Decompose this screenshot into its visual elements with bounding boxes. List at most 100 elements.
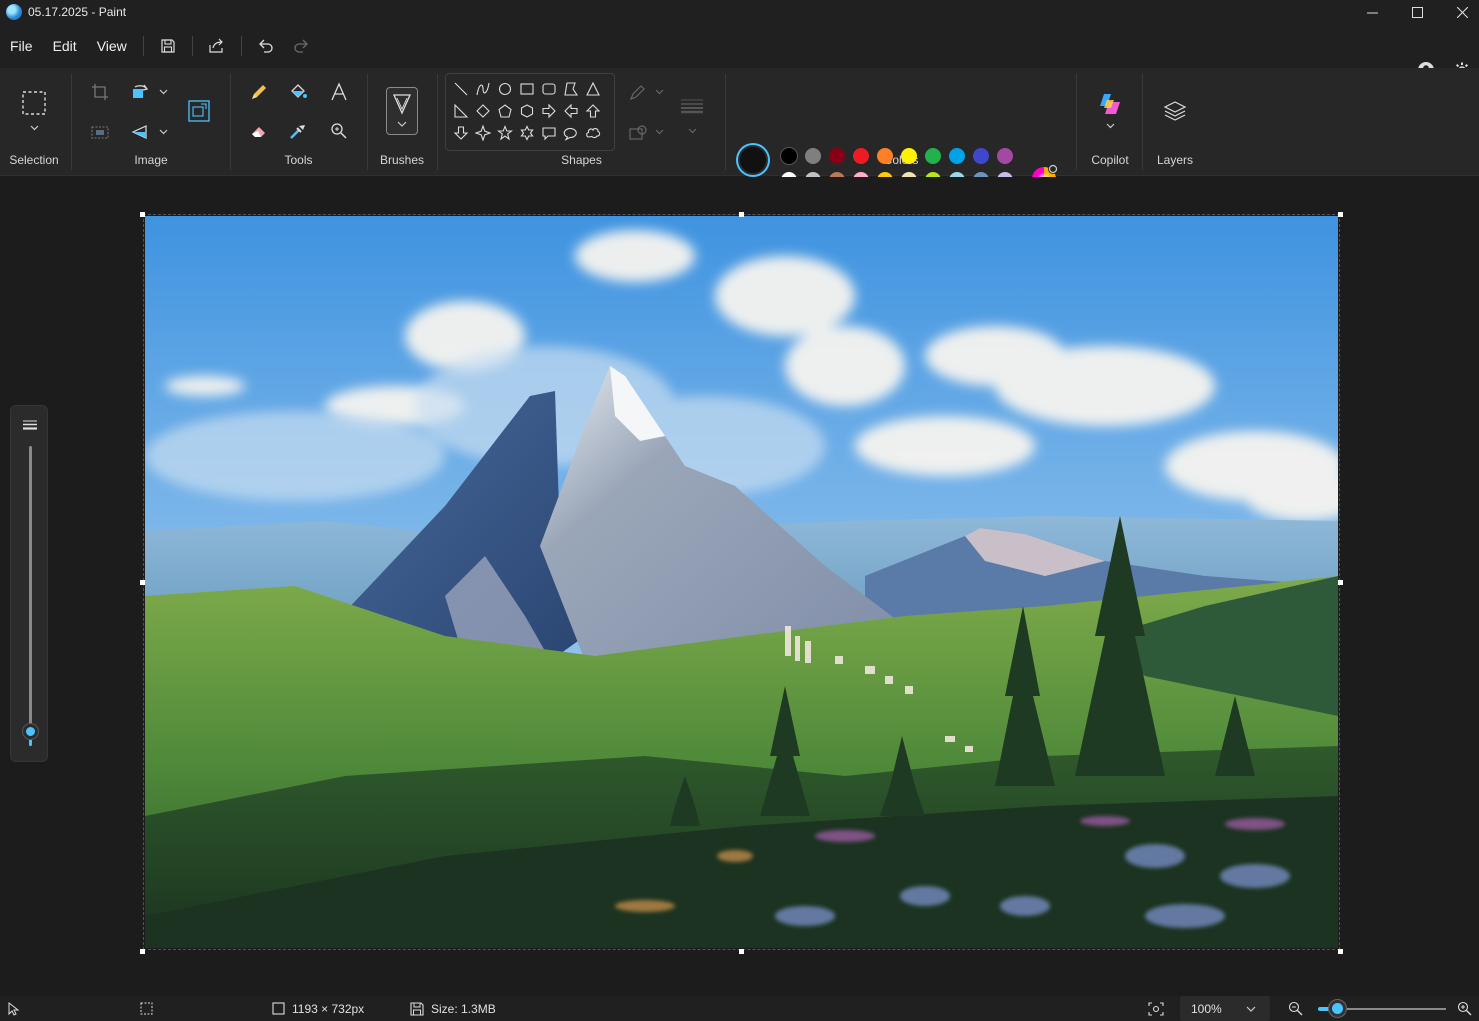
shape-fill-dropdown[interactable]: [654, 127, 664, 137]
menu-view[interactable]: View: [87, 30, 137, 62]
shape-up-arrow[interactable]: [582, 100, 604, 122]
shape-hexagon[interactable]: [516, 100, 538, 122]
shape-left-arrow[interactable]: [560, 100, 582, 122]
selection-button[interactable]: [21, 90, 47, 116]
menu-file[interactable]: File: [0, 30, 43, 62]
shape-outline-button[interactable]: [624, 80, 650, 106]
palette-color-swatch[interactable]: [997, 148, 1013, 164]
shape-oval-callout[interactable]: [560, 122, 582, 144]
palette-color-swatch[interactable]: [829, 148, 845, 164]
shape-four-point-star[interactable]: [472, 122, 494, 144]
palette-color-swatch[interactable]: [877, 148, 893, 164]
window-title: 05.17.2025 - Paint: [28, 5, 127, 19]
brush-size-thumb[interactable]: [23, 724, 38, 739]
selection-label: Selection: [9, 153, 59, 167]
copilot-button[interactable]: [1097, 91, 1123, 117]
shape-rectangle[interactable]: [516, 78, 538, 100]
rect-callout-icon: [542, 127, 556, 141]
fit-to-window-button[interactable]: [1148, 996, 1164, 1021]
rotate-button[interactable]: [127, 79, 153, 105]
zoom-slider-thumb[interactable]: [1329, 1000, 1347, 1017]
minimize-button[interactable]: [1349, 0, 1395, 24]
resize-handle-bottom-right[interactable]: [1338, 949, 1343, 954]
shape-down-arrow[interactable]: [450, 122, 472, 144]
shape-rounded-rectangle[interactable]: [538, 78, 560, 100]
shape-pentagon[interactable]: [494, 100, 516, 122]
palette-color-swatch[interactable]: [781, 148, 797, 164]
rotate-dropdown[interactable]: [158, 87, 168, 97]
pencil-tool[interactable]: [246, 79, 272, 105]
shape-six-point-star[interactable]: [516, 122, 538, 144]
palette-color-swatch[interactable]: [805, 148, 821, 164]
crop-button[interactable]: [87, 79, 113, 105]
zoom-select[interactable]: 100%: [1180, 996, 1270, 1021]
outline-pen-icon: [629, 85, 645, 101]
redo-button[interactable]: [288, 32, 316, 60]
flip-icon: [131, 125, 147, 139]
brush-size-track[interactable]: [29, 446, 32, 746]
menu-edit[interactable]: Edit: [43, 30, 87, 62]
line-thickness-dropdown[interactable]: [687, 126, 697, 136]
undo-button[interactable]: [252, 32, 280, 60]
zoom-out-button[interactable]: [1288, 996, 1303, 1021]
fill-tool[interactable]: [285, 79, 311, 105]
text-tool[interactable]: [326, 79, 352, 105]
eraser-tool[interactable]: [246, 118, 272, 144]
rectangular-selection-icon: [22, 91, 46, 115]
resize-handle-right[interactable]: [1338, 580, 1343, 585]
shape-outline-dropdown[interactable]: [654, 87, 664, 97]
shape-diamond[interactable]: [472, 100, 494, 122]
selection-size: [140, 996, 153, 1021]
palette-color-swatch[interactable]: [901, 148, 917, 164]
shape-cloud-callout[interactable]: [582, 122, 604, 144]
landscape-painting: [145, 216, 1338, 948]
shape-curve[interactable]: [472, 78, 494, 100]
shape-rect-callout[interactable]: [538, 122, 560, 144]
four-point-star-icon: [475, 125, 491, 141]
shape-right-arrow[interactable]: [538, 100, 560, 122]
maximize-button[interactable]: [1394, 0, 1440, 24]
shape-oval[interactable]: [494, 78, 516, 100]
close-icon: [1456, 6, 1468, 18]
palette-color-swatch[interactable]: [949, 148, 965, 164]
resize-handle-left[interactable]: [140, 580, 145, 585]
palette-color-swatch[interactable]: [973, 148, 989, 164]
shape-polygon[interactable]: [560, 78, 582, 100]
brushes-button[interactable]: [386, 87, 418, 135]
shape-line[interactable]: [450, 78, 472, 100]
chevron-down-icon: [655, 129, 663, 135]
share-button[interactable]: [203, 32, 231, 60]
flip-button[interactable]: [127, 119, 153, 145]
color-picker-tool[interactable]: [285, 118, 311, 144]
shape-triangle[interactable]: [582, 78, 604, 100]
magnifier-tool[interactable]: [326, 118, 352, 144]
close-button[interactable]: [1439, 0, 1479, 24]
selection-dropdown[interactable]: [29, 123, 39, 133]
resize-handle-bottom[interactable]: [739, 949, 744, 954]
palette-color-swatch[interactable]: [925, 148, 941, 164]
background-removal-button[interactable]: [87, 119, 113, 145]
shape-five-point-star[interactable]: [494, 122, 516, 144]
hexagon-icon: [520, 104, 534, 118]
primary-color-swatch[interactable]: [738, 145, 768, 175]
menu-bar: File Edit View: [0, 24, 1479, 78]
resize-handle-top-left[interactable]: [140, 212, 145, 217]
copilot-dropdown[interactable]: [1105, 121, 1115, 131]
pencil-icon: [252, 85, 266, 99]
zoom-in-button[interactable]: [1457, 996, 1472, 1021]
chevron-down-icon: [159, 129, 167, 135]
line-thickness-button[interactable]: [679, 93, 705, 119]
chevron-down-icon: [159, 89, 167, 95]
resize-button[interactable]: [186, 98, 212, 124]
resize-handle-top-right[interactable]: [1338, 212, 1343, 217]
palette-color-swatch[interactable]: [853, 148, 869, 164]
shape-right-triangle[interactable]: [450, 100, 472, 122]
save-button[interactable]: [154, 32, 182, 60]
layers-button[interactable]: [1162, 98, 1188, 124]
resize-handle-bottom-left[interactable]: [140, 949, 145, 954]
drawing-canvas[interactable]: [145, 216, 1338, 948]
shape-fill-button[interactable]: [624, 120, 650, 146]
resize-handle-top[interactable]: [739, 212, 744, 217]
flip-dropdown[interactable]: [158, 127, 168, 137]
ribbon-toolbar: Selection Image Tools Brushes Shapes Col…: [0, 68, 1479, 212]
